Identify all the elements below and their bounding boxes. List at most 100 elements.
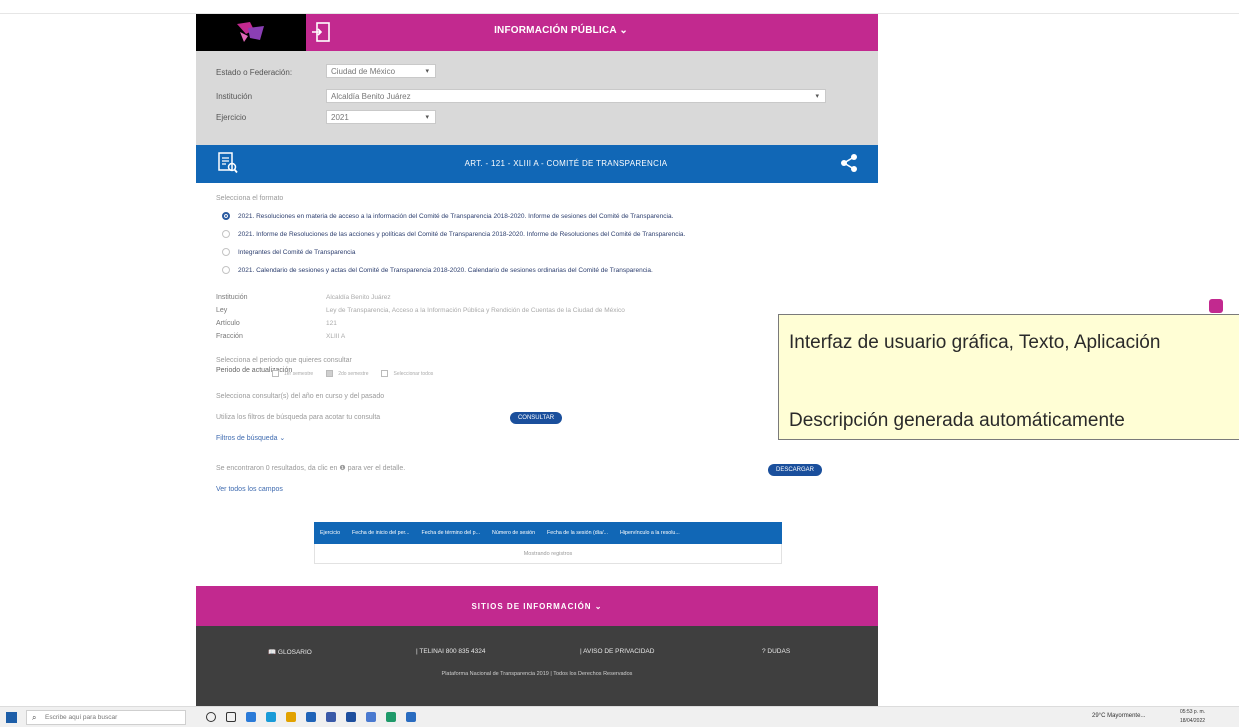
copyright: Plataforma Nacional de Transparencia 201…	[441, 671, 633, 677]
column-header[interactable]: Fecha de la sesión (día/...	[541, 530, 614, 536]
checkbox-select-all[interactable]	[381, 370, 389, 377]
glossary-label: GLOSARIO	[277, 649, 312, 656]
tooltip-line-2: Descripción generada automáticamente	[789, 410, 1125, 431]
sites-info-menu[interactable]: SITIOS DE INFORMACIÓN ⌄	[196, 602, 878, 611]
format-option[interactable]: 2021. Resoluciones en materia de acceso …	[222, 210, 673, 222]
privacy-link[interactable]: | AVISO DE PRIVACIDAD	[580, 648, 654, 655]
pnt-logo[interactable]	[196, 14, 306, 51]
privacy-label: AVISO DE PRIVACIDAD	[583, 648, 655, 655]
accessibility-icon[interactable]	[1209, 299, 1223, 313]
windows-taskbar: ⌕ Escribe aquí para buscar 29°C Mayormen…	[0, 706, 1239, 727]
footer-sites-bar: SITIOS DE INFORMACIÓN ⌄	[196, 586, 878, 626]
info-law-key: Ley	[216, 307, 228, 314]
radio[interactable]	[222, 248, 230, 256]
institution-label: Institución	[216, 92, 253, 101]
page-content: INFORMACIÓN PÚBLICA ⌄ Estado o Federació…	[196, 14, 878, 706]
app-icon[interactable]	[406, 712, 416, 722]
clock-date[interactable]: 18/04/2022	[1180, 718, 1205, 724]
edge-icon[interactable]	[246, 712, 256, 722]
format-option-label: Integrantes del Comité de Transparencia	[238, 248, 356, 256]
consult-button[interactable]: CONSULTAR	[510, 412, 562, 424]
search-filters-toggle[interactable]: Filtros de búsqueda ⌄	[216, 434, 285, 442]
period-checkboxes: 1er semestre 2do semestre Seleccionar to…	[272, 370, 441, 377]
app-icon[interactable]	[366, 712, 376, 722]
checkbox-label: 1er semestre	[284, 370, 314, 377]
chevron-down-icon: ▾	[425, 114, 429, 121]
filters-panel: Estado o Federación: Ciudad de México ▾ …	[196, 51, 878, 145]
taskbar-search[interactable]: ⌕ Escribe aquí para buscar	[26, 710, 186, 725]
state-value: Ciudad de México	[331, 67, 396, 76]
download-button[interactable]: DESCARGAR	[768, 464, 822, 476]
share-icon[interactable]	[840, 153, 858, 173]
chevron-down-icon: ▾	[425, 68, 429, 75]
login-icon[interactable]	[310, 20, 334, 44]
institution-value: Alcaldía Benito Juárez	[331, 92, 411, 101]
format-option[interactable]: 2021. Informe de Resoluciones de las acc…	[222, 228, 685, 240]
cortana-icon[interactable]	[206, 712, 216, 722]
app-icon[interactable]	[326, 712, 336, 722]
column-header[interactable]: Fecha de inicio del per...	[346, 530, 415, 536]
browser-icon[interactable]	[266, 712, 276, 722]
column-header[interactable]: Ejercicio	[314, 530, 346, 536]
column-header[interactable]: Fecha de término del p...	[415, 530, 486, 536]
year-value: 2021	[331, 113, 349, 122]
word-icon[interactable]	[306, 712, 316, 722]
public-info-menu[interactable]: INFORMACIÓN PÚBLICA ⌄	[446, 25, 676, 36]
clock-time[interactable]: 05:53 p. m.	[1180, 709, 1205, 715]
app-icon[interactable]	[386, 712, 396, 722]
search-placeholder: Escribe aquí para buscar	[45, 714, 118, 721]
checkbox-second-semester[interactable]	[326, 370, 334, 377]
doubts-label: DUDAS	[767, 648, 791, 655]
checkbox-label: 2do semestre	[338, 370, 369, 377]
results-found-text: Se encontraron 0 resultados, da clic en …	[216, 465, 406, 472]
info-law-value: Ley de Transparencia, Acceso a la Inform…	[326, 307, 625, 314]
radio[interactable]	[222, 230, 230, 238]
see-all-fields-link[interactable]: Ver todos los campos	[216, 486, 283, 493]
format-option-label: 2021. Calendario de sesiones y actas del…	[238, 266, 653, 274]
mail-icon[interactable]	[346, 712, 356, 722]
alt-text-tooltip: Interfaz de usuario gráfica, Texto, Apli…	[778, 314, 1239, 440]
year-label: Ejercicio	[216, 113, 247, 122]
browser-top-strip	[0, 0, 1239, 14]
checkbox-first-semester[interactable]	[272, 370, 279, 377]
table-empty-row: Mostrando registros	[314, 544, 782, 564]
info-institution-key: Institución	[216, 294, 248, 301]
glossary-link[interactable]: 📖 GLOSARIO	[268, 648, 312, 656]
format-option[interactable]: Integrantes del Comité de Transparencia	[222, 246, 355, 258]
footer-dark: 📖 GLOSARIO | TELINAI 800 835 4324 | AVIS…	[196, 626, 878, 706]
period-prompt: Selecciona el periodo que quieres consul…	[216, 357, 352, 364]
format-option-label: 2021. Informe de Resoluciones de las acc…	[238, 230, 686, 238]
info-fraction-key: Fracción	[216, 333, 243, 340]
file-explorer-icon[interactable]	[286, 712, 296, 722]
logo-icon	[237, 22, 264, 42]
info-article-value: 121	[326, 320, 337, 327]
format-option-label: 2021. Resoluciones en materia de acceso …	[238, 212, 674, 220]
year-select[interactable]: 2021 ▾	[326, 110, 436, 124]
filters-hint: Utiliza los filtros de búsqueda para aco…	[216, 414, 381, 421]
doubts-link[interactable]: ? DUDAS	[762, 648, 790, 655]
info-institution-value: Alcaldía Benito Juárez	[326, 294, 391, 301]
windows-start-icon[interactable]	[6, 712, 17, 723]
format-option[interactable]: 2021. Calendario de sesiones y actas del…	[222, 264, 653, 276]
institution-select[interactable]: Alcaldía Benito Juárez ▾	[326, 89, 826, 103]
telinai-label: TELINAI 800 835 4324	[419, 648, 486, 655]
consult-hint: Selecciona consultar(s) del año en curso…	[216, 393, 385, 400]
document-search-icon	[218, 152, 238, 174]
state-label: Estado o Federación:	[216, 68, 293, 77]
checkbox-label: Seleccionar todos	[393, 370, 434, 377]
weather-widget[interactable]: 29°C Mayormente...	[1092, 713, 1145, 719]
column-header[interactable]: Hipervínculo a la resolu...	[614, 530, 686, 536]
telinai-link[interactable]: | TELINAI 800 835 4324	[416, 648, 486, 655]
search-icon: ⌕	[32, 713, 37, 722]
format-label: Selecciona el formato	[216, 195, 284, 202]
banner-title: ART. - 121 - XLIII A - COMITÉ DE TRANSPA…	[464, 159, 668, 168]
state-select[interactable]: Ciudad de México ▾	[326, 64, 436, 78]
site-header: INFORMACIÓN PÚBLICA ⌄	[196, 14, 878, 51]
column-header[interactable]: Número de sesión	[486, 530, 541, 536]
tooltip-line-1: Interfaz de usuario gráfica, Texto, Apli…	[789, 332, 1161, 353]
radio-selected[interactable]	[222, 212, 230, 220]
chevron-down-icon: ▾	[815, 93, 819, 100]
article-banner: ART. - 121 - XLIII A - COMITÉ DE TRANSPA…	[196, 145, 878, 183]
radio[interactable]	[222, 266, 230, 274]
task-view-icon[interactable]	[226, 712, 236, 722]
